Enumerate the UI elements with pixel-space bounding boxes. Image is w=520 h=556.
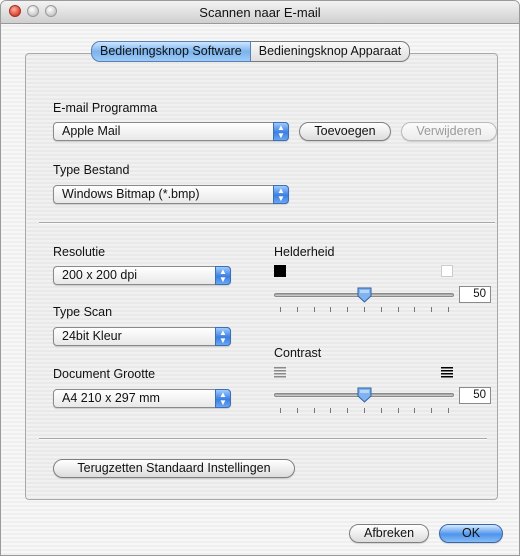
resolution-value: 200 x 200 dpi bbox=[62, 268, 138, 282]
ok-button[interactable]: OK bbox=[439, 524, 503, 543]
slider-tick bbox=[330, 307, 332, 312]
slider-tick bbox=[380, 307, 382, 312]
slider-tick bbox=[397, 307, 399, 312]
tab-bar: Bedieningsknop Software Bedieningsknop A… bbox=[91, 41, 411, 62]
resolution-label: Resolutie bbox=[53, 245, 106, 259]
slider-tick bbox=[296, 307, 298, 312]
slider-tick bbox=[347, 307, 349, 312]
slider-tick bbox=[431, 307, 433, 312]
brightness-label: Helderheid bbox=[274, 245, 335, 259]
brightness-slider-ticks bbox=[274, 307, 454, 313]
slider-tick bbox=[280, 307, 281, 312]
white-swatch-icon bbox=[441, 265, 453, 277]
popup-arrows-icon: ▲ ▼ bbox=[215, 266, 231, 285]
document-size-label: Document Grootte bbox=[53, 367, 156, 381]
scan-type-select[interactable]: 24bit Kleur ▲ ▼ bbox=[53, 327, 231, 346]
slider-tick bbox=[431, 408, 433, 413]
scan-type-value: 24bit Kleur bbox=[62, 329, 122, 343]
slider-tick bbox=[280, 408, 281, 413]
black-swatch-icon bbox=[274, 265, 286, 277]
slider-tick bbox=[448, 307, 449, 312]
document-size-select[interactable]: A4 210 x 297 mm ▲ ▼ bbox=[53, 389, 231, 408]
contrast-value-field[interactable]: 50 bbox=[459, 387, 491, 404]
file-type-value: Windows Bitmap (*.bmp) bbox=[62, 187, 200, 201]
cancel-button[interactable]: Afbreken bbox=[349, 524, 429, 543]
high-contrast-icon bbox=[441, 367, 453, 378]
scan-to-email-window: Scannen naar E-mail Bedieningsknop Softw… bbox=[0, 0, 520, 556]
email-program-label: E-mail Programma bbox=[53, 101, 158, 115]
slider-tick bbox=[330, 408, 332, 413]
document-size-value: A4 210 x 297 mm bbox=[62, 391, 160, 405]
resolution-select[interactable]: 200 x 200 dpi ▲ ▼ bbox=[53, 266, 231, 285]
tab-device-button[interactable]: Bedieningsknop Apparaat bbox=[250, 41, 411, 62]
brightness-value-field[interactable]: 50 bbox=[459, 286, 491, 303]
window-title: Scannen naar E-mail bbox=[199, 5, 321, 20]
reset-defaults-button[interactable]: Terugzetten Standaard Instellingen bbox=[53, 459, 295, 478]
slider-tick bbox=[364, 408, 365, 413]
file-type-select[interactable]: Windows Bitmap (*.bmp) ▲ ▼ bbox=[53, 185, 289, 204]
slider-tick bbox=[313, 307, 315, 312]
brightness-slider-thumb-icon[interactable] bbox=[357, 287, 372, 303]
low-contrast-icon bbox=[274, 367, 286, 378]
contrast-slider-ticks bbox=[274, 408, 454, 414]
email-program-value: Apple Mail bbox=[62, 124, 121, 138]
popup-arrows-icon: ▲ ▼ bbox=[273, 185, 289, 204]
slider-tick bbox=[448, 408, 449, 413]
add-button[interactable]: Toevoegen bbox=[299, 122, 391, 141]
slider-tick bbox=[347, 408, 349, 413]
popup-arrows-icon: ▲ ▼ bbox=[215, 389, 231, 408]
slider-tick bbox=[313, 408, 315, 413]
slider-tick bbox=[414, 408, 416, 413]
remove-button[interactable]: Verwijderen bbox=[401, 122, 497, 141]
tab-software-button[interactable]: Bedieningsknop Software bbox=[91, 41, 251, 62]
slider-tick bbox=[397, 408, 399, 413]
contrast-label: Contrast bbox=[274, 346, 322, 360]
slider-tick bbox=[364, 307, 365, 312]
section-divider bbox=[39, 222, 495, 224]
scan-type-label: Type Scan bbox=[53, 305, 113, 319]
email-program-select[interactable]: Apple Mail ▲ ▼ bbox=[53, 122, 289, 141]
contrast-slider-thumb-icon[interactable] bbox=[357, 387, 372, 403]
slider-tick bbox=[296, 408, 298, 413]
reset-divider bbox=[39, 438, 487, 440]
slider-tick bbox=[380, 408, 382, 413]
popup-arrows-icon: ▲ ▼ bbox=[273, 122, 289, 141]
file-type-label: Type Bestand bbox=[53, 163, 130, 177]
popup-arrows-icon: ▲ ▼ bbox=[215, 327, 231, 346]
title-bar: Scannen naar E-mail bbox=[1, 1, 519, 24]
slider-tick bbox=[414, 307, 416, 312]
